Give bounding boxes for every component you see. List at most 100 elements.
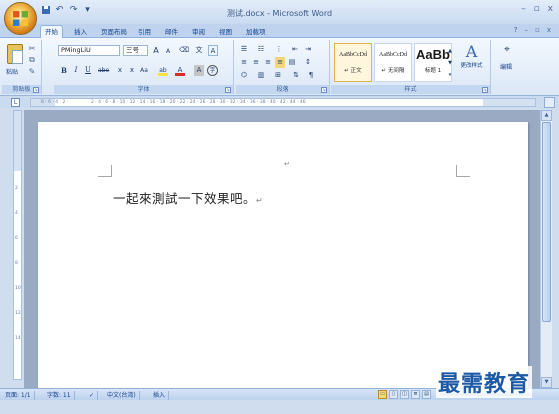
char-border-button[interactable]: A [208, 45, 218, 56]
borders-icon[interactable]: ⊞ [273, 70, 283, 81]
language-status[interactable]: 中文(台湾) [104, 391, 140, 400]
styles-scroll-down-icon[interactable]: ▼ [445, 58, 455, 69]
word-count[interactable]: 字数: 11 [44, 391, 75, 400]
highlight-button[interactable]: ab [158, 65, 168, 76]
underline-button[interactable]: U [83, 65, 93, 76]
office-button[interactable] [4, 2, 37, 35]
editing-label[interactable]: 编辑 [500, 62, 512, 71]
draft-icon[interactable]: ▤ [422, 390, 431, 399]
grow-font-button[interactable]: A [151, 45, 161, 56]
clipboard-launcher-icon[interactable]: ↘ [33, 87, 39, 93]
increase-indent-icon[interactable]: ⇥ [303, 44, 313, 55]
phonetic-guide-button[interactable]: 文 [194, 45, 204, 56]
paragraph-launcher-icon[interactable]: ↘ [321, 87, 327, 93]
tab-mailings[interactable]: 邮件 [161, 26, 182, 38]
clear-format-button[interactable]: ⌫ [179, 45, 189, 56]
doc-minimize-button[interactable]: – [525, 26, 529, 34]
multilevel-list-icon[interactable]: ⋮ [274, 44, 284, 55]
header-paragraph-mark: ↵ [284, 160, 290, 168]
paste-icon[interactable] [7, 44, 23, 64]
insert-mode[interactable]: 插入 [150, 391, 170, 400]
shrink-font-button[interactable]: A [163, 46, 173, 57]
proofing-icon[interactable]: ✓ [86, 391, 99, 400]
tab-review[interactable]: 审阅 [188, 26, 209, 38]
align-center-icon[interactable]: ≡ [251, 57, 261, 68]
line-spacing-icon[interactable]: ↕ [303, 57, 313, 68]
outline-icon[interactable]: ≣ [411, 390, 420, 399]
font-size-select[interactable]: 三号 [123, 45, 148, 56]
align-right-icon[interactable]: ≡ [263, 57, 273, 68]
tab-selector[interactable]: L [11, 98, 20, 107]
style-normal[interactable]: AaBbCcDd ↵ 正文 [334, 43, 372, 82]
doc-close-button[interactable]: x [547, 26, 551, 34]
show-marks-icon[interactable]: ¶ [306, 70, 316, 81]
close-button[interactable]: x [548, 4, 553, 14]
style-no-spacing[interactable]: AaBbCcDd ↵ 无间隔 [374, 43, 412, 82]
bullets-icon[interactable]: ☰ [239, 44, 249, 55]
change-styles-icon: A [465, 42, 478, 61]
window-title: 测试.docx - Microsoft Word [226, 9, 333, 18]
decrease-indent-icon[interactable]: ⇤ [290, 44, 300, 55]
font-color-button[interactable]: A [175, 65, 185, 76]
italic-button[interactable]: I [71, 65, 81, 76]
tab-references[interactable]: 引用 [134, 26, 155, 38]
char-shading-button[interactable]: A [194, 65, 204, 76]
print-layout-icon[interactable]: ▭ [378, 390, 387, 399]
tab-page-layout[interactable]: 页面布局 [97, 26, 131, 38]
superscript-button[interactable]: x [127, 65, 137, 76]
font-name-select[interactable]: PMingLiU [58, 45, 120, 56]
scroll-up-button[interactable]: ▲ [541, 110, 552, 121]
tab-insert[interactable]: 插入 [70, 26, 91, 38]
style-normal-preview: AaBbCcDd [339, 52, 367, 58]
scroll-thumb[interactable] [542, 122, 551, 322]
minimize-button[interactable]: – [521, 4, 526, 14]
web-layout-icon[interactable]: ◫ [400, 390, 409, 399]
east-asian-layout-icon[interactable]: ⌬ [239, 70, 249, 81]
change-styles-button[interactable]: A 更改样式 [455, 43, 488, 85]
styles-scroll-up-icon[interactable]: ▲ [445, 46, 455, 57]
change-styles-label: 更改样式 [460, 63, 483, 69]
tab-view[interactable]: 视图 [215, 26, 236, 38]
numbering-icon[interactable]: ☷ [256, 44, 266, 55]
help-icon[interactable]: ? [514, 26, 518, 34]
page-count[interactable]: 页面: 1/1 [2, 391, 35, 400]
font-launcher-icon[interactable]: ↘ [225, 87, 231, 93]
format-painter-icon[interactable]: ✎ [27, 67, 37, 76]
align-left-icon[interactable]: ≡ [239, 57, 249, 68]
justify-icon[interactable]: ≡ [275, 57, 285, 68]
fullscreen-reading-icon[interactable]: ▯ [389, 390, 398, 399]
copy-icon[interactable]: ⧉ [27, 55, 37, 64]
styles-launcher-icon[interactable]: ↘ [482, 87, 488, 93]
editing-group: ⌖ 编辑 [493, 40, 527, 94]
shading-icon[interactable]: ▥ [256, 70, 266, 81]
paste-label[interactable]: 粘贴 [6, 67, 18, 76]
enclose-chars-button[interactable]: 字 [207, 65, 218, 76]
cut-icon[interactable]: ✂ [27, 44, 37, 53]
tab-addins[interactable]: 加载项 [242, 26, 270, 38]
crop-mark-top-left [98, 165, 112, 177]
document-text: 一起來測試一下效果吧。 [113, 191, 257, 206]
strikethrough-button[interactable]: abe [98, 65, 109, 76]
paragraph-mark: ↵ [256, 196, 264, 205]
scroll-down-button[interactable]: ▼ [541, 377, 552, 388]
view-ruler-button[interactable] [544, 97, 555, 108]
maximize-button[interactable]: ▫ [534, 4, 540, 14]
bold-button[interactable]: B [59, 65, 69, 76]
vertical-ruler[interactable]: 2 4 6 8 10 12 14 [13, 110, 22, 380]
find-binoculars-icon[interactable]: ⌖ [502, 44, 512, 55]
ribbon: 粘贴 ✂ ⧉ ✎ 剪贴板 ↘ PMingLiU 三号 A A ⌫ 文 A B I… [0, 38, 559, 96]
subscript-button[interactable]: x [115, 65, 125, 76]
paragraph-group-label: 段落 [236, 85, 329, 94]
horizontal-ruler[interactable]: 8 · 6 · 4 · 2 · 2 · 4 · 6 · 8 · 10 · 12 … [30, 98, 536, 107]
distributed-icon[interactable]: ▤ [287, 57, 297, 68]
document-body-text[interactable]: 一起來測試一下效果吧。↵ [113, 188, 263, 207]
change-case-button[interactable]: Aa [139, 65, 149, 76]
styles-group-label: 样式 [331, 85, 490, 94]
styles-group: AaBbCcDd ↵ 正文 AaBbCcDd ↵ 无间隔 AaBb 标题 1 ▲… [331, 40, 491, 94]
sort-icon[interactable]: ⇅ [291, 70, 301, 81]
document-page[interactable]: ↵ 一起來測試一下效果吧。↵ [38, 122, 528, 388]
tab-home[interactable]: 开始 [40, 25, 63, 39]
doc-restore-button[interactable]: ▫ [535, 26, 540, 34]
vertical-scrollbar[interactable]: ▲ ▼ [540, 110, 552, 388]
styles-more-icon[interactable]: ▾ [445, 70, 455, 81]
